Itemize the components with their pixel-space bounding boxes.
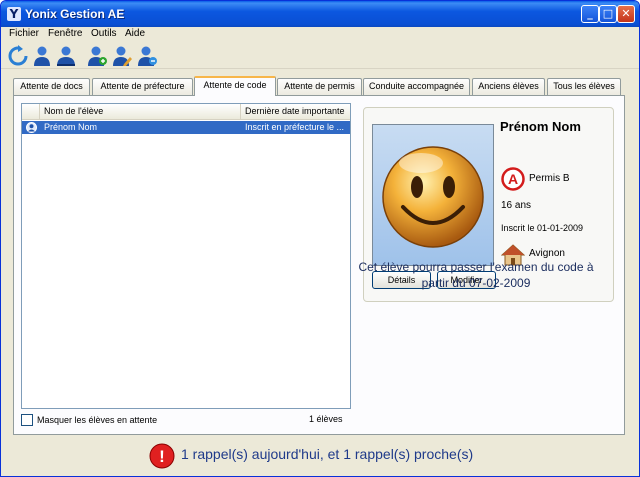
menu-outils[interactable]: Outils [91, 28, 117, 39]
exam-eligibility-message: Cet élève pourra passer l'examen du code… [358, 260, 594, 290]
column-date-header[interactable]: Dernière date importante [241, 104, 350, 119]
alert-icon-glyph: ! [159, 447, 165, 466]
tab-anciens-eleves[interactable]: Anciens élèves [472, 78, 545, 95]
window-title: Yonix Gestion AE [25, 7, 125, 21]
student-name-cell: Prénom Nom [44, 122, 98, 132]
table-row[interactable]: Prénom Nom Inscrit en préfecture le ... [22, 121, 350, 134]
hide-waiting-label: Masquer les élèves en attente [37, 415, 158, 425]
refresh-icon[interactable] [7, 45, 29, 67]
app-logo-icon: Y [7, 7, 21, 21]
menu-fenetre[interactable]: Fenêtre [48, 28, 82, 39]
tab-attente-permis[interactable]: Attente de permis [277, 78, 362, 95]
student-age: 16 ans [501, 200, 532, 211]
user-remove-icon[interactable] [136, 45, 158, 67]
student-list[interactable]: Nom de l'élève Dernière date importante … [21, 103, 351, 409]
tab-attente-prefecture[interactable]: Attente de préfecture [92, 78, 193, 95]
user-blue-icon[interactable] [31, 45, 53, 67]
student-city: Avignon [529, 248, 565, 259]
toolbar [1, 43, 639, 69]
permit-type: Permis B [529, 173, 570, 184]
menu-bar: Fichier Fenêtre Outils Aide [1, 27, 639, 41]
alert-icon: ! [149, 443, 175, 469]
smiley-icon [382, 146, 484, 248]
reminder-status-bar[interactable]: ! 1 rappel(s) aujourd'hui, et 1 rappel(s… [1, 438, 639, 476]
permit-badge-icon: A [501, 167, 525, 191]
minimize-button[interactable]: _ [581, 5, 599, 23]
maximize-button[interactable]: □ [599, 5, 617, 23]
student-name: Prénom Nom [500, 119, 581, 134]
last-date-cell: Inscrit en préfecture le ... [245, 122, 345, 132]
student-photo [372, 124, 494, 266]
tab-attente-code[interactable]: Attente de code [194, 76, 276, 96]
user-group-icon[interactable] [55, 45, 77, 67]
reminder-text: 1 rappel(s) aujourd'hui, et 1 rappel(s) … [181, 446, 474, 462]
tab-bar: Attente de docs Attente de préfecture At… [13, 76, 623, 96]
tab-tous-eleves[interactable]: Tous les élèves [547, 78, 621, 95]
menu-aide[interactable]: Aide [125, 28, 145, 39]
app-window: Y Yonix Gestion AE _ □ ✕ Fichier Fenêtre… [0, 0, 640, 477]
menu-fichier[interactable]: Fichier [9, 28, 39, 39]
registration-date: Inscrit le 01-01-2009 [501, 223, 584, 233]
close-button[interactable]: ✕ [617, 5, 635, 23]
tab-conduite-accompagnee[interactable]: Conduite accompagnée [363, 78, 470, 95]
student-count: 1 élèves [309, 414, 343, 424]
hide-waiting-checkbox[interactable] [21, 414, 33, 426]
user-edit-icon[interactable] [111, 45, 133, 67]
permit-badge-letter: A [508, 171, 518, 187]
tab-attente-docs[interactable]: Attente de docs [13, 78, 90, 95]
title-bar[interactable]: Y Yonix Gestion AE _ □ ✕ [1, 1, 639, 27]
user-add-icon[interactable] [86, 45, 108, 67]
column-icon-header[interactable] [22, 104, 40, 119]
column-nom-header[interactable]: Nom de l'élève [40, 104, 241, 119]
list-header: Nom de l'élève Dernière date importante [22, 104, 350, 120]
student-row-icon [26, 122, 37, 133]
